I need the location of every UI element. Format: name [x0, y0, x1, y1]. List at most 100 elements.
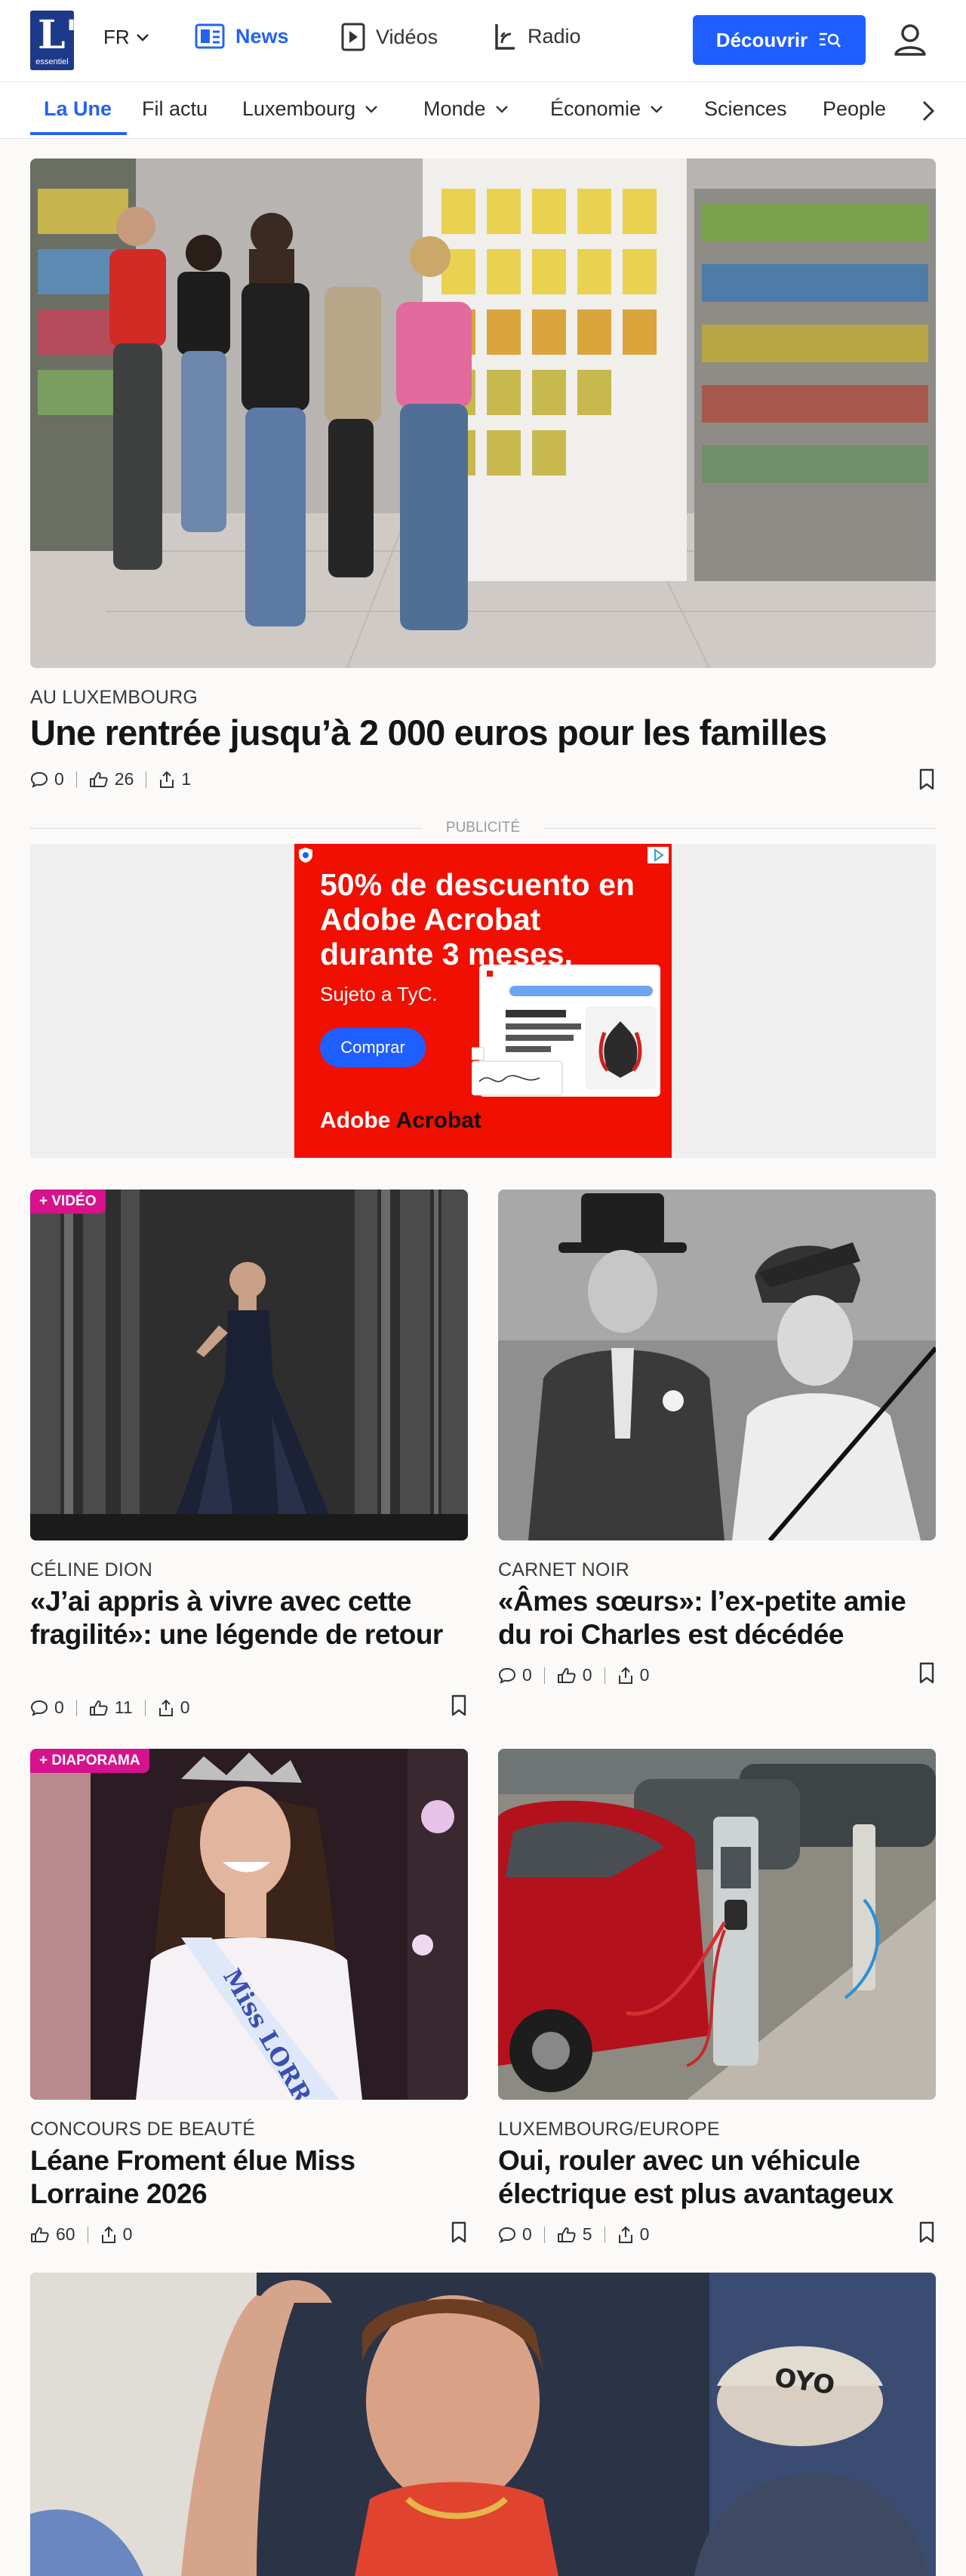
ad-terms: Sujeto a TyC.: [320, 983, 438, 1005]
article-title[interactable]: Léane Froment élue Miss Lorraine 2026: [30, 2144, 453, 2211]
black-white-photo: [498, 1190, 936, 1540]
share-icon: [160, 771, 174, 788]
nav-videos[interactable]: Vidéos: [341, 23, 438, 51]
store-aisle-photo: [30, 158, 936, 668]
article-image[interactable]: Miss LORRAINE 2026 + DIAPORAMA: [30, 1749, 468, 2100]
video-icon: [341, 23, 365, 51]
shield-icon: [299, 848, 312, 863]
likes-count[interactable]: 26: [89, 769, 134, 789]
article-title[interactable]: Oui, rouler avec un véhicule électrique …: [498, 2144, 936, 2211]
adchoices-icon[interactable]: [648, 847, 669, 863]
tennis-photo: OYO: [30, 2273, 936, 2576]
comments-count[interactable]: 0: [30, 1697, 64, 1718]
article-meta: 0 5 0: [498, 2224, 649, 2245]
bookmark-icon[interactable]: [450, 1694, 468, 1717]
hero-kicker: AU LUXEMBOURG: [30, 687, 198, 708]
separator: [543, 1667, 545, 1684]
site-logo[interactable]: L' essentiel: [30, 11, 77, 70]
comments-count[interactable]: 0: [498, 2224, 532, 2245]
document-illustration: [472, 965, 660, 1097]
hero-meta: 0 26 1: [30, 769, 191, 789]
article-image[interactable]: + VIDÉO: [30, 1190, 468, 1540]
article-title[interactable]: «J’ai appris à vivre avec cette fragilit…: [30, 1585, 453, 1652]
bookmark-icon[interactable]: [918, 768, 936, 791]
category-economie[interactable]: Économie: [550, 97, 663, 121]
news-icon: [195, 23, 225, 49]
bookmark-icon[interactable]: [918, 2221, 936, 2244]
chevron-down-icon: [495, 105, 508, 113]
category-fil-actu[interactable]: Fil actu: [142, 97, 208, 121]
thumbs-up-icon: [31, 2227, 49, 2242]
share-icon: [101, 2226, 115, 2243]
thumbs-up-icon: [557, 2227, 576, 2242]
bookmark-icon[interactable]: [918, 1662, 936, 1685]
article-kicker: LUXEMBOURG/EUROPE: [498, 2119, 720, 2140]
nav-radio[interactable]: Radio: [494, 23, 581, 50]
ad-headline: 50% de descuento en Adobe Acrobat durant…: [320, 867, 635, 971]
comment-icon: [30, 771, 48, 788]
chevron-down-icon: [651, 105, 663, 113]
video-badge: + VIDÉO: [30, 1190, 106, 1214]
comments-count[interactable]: 0: [30, 769, 64, 789]
separator: [75, 1699, 77, 1716]
hero-image[interactable]: [30, 158, 936, 668]
thumbs-up-icon: [89, 771, 108, 787]
active-tab-indicator: [30, 132, 127, 135]
article-image[interactable]: [498, 1749, 936, 2100]
shares-count[interactable]: 0: [158, 1697, 189, 1718]
top-header: L' essentiel FR News Vidéos Radio Découv…: [0, 0, 966, 82]
hero-title[interactable]: Une rentrée jusqu’à 2 000 euros pour les…: [30, 712, 921, 753]
likes-count[interactable]: 11: [89, 1697, 133, 1718]
chevron-down-icon: [136, 33, 149, 42]
chevron-right-icon: [922, 100, 935, 122]
share-icon: [158, 1699, 173, 1716]
ev-charging-photo: [498, 1749, 936, 2100]
chevron-down-icon: [365, 105, 377, 113]
category-luxembourg[interactable]: Luxembourg: [242, 97, 378, 121]
decouvrir-button[interactable]: Découvrir: [693, 15, 866, 65]
ad-banner[interactable]: 50% de descuento en Adobe Acrobat durant…: [294, 844, 672, 1158]
comment-icon: [30, 1700, 48, 1716]
likes-count[interactable]: 60: [30, 2224, 75, 2245]
category-scroll-right-button[interactable]: [915, 96, 942, 126]
article-image[interactable]: OYO: [30, 2273, 936, 2576]
category-la-une[interactable]: La Une: [44, 97, 112, 121]
slideshow-badge: + DIAPORAMA: [30, 1749, 149, 1773]
language-selector[interactable]: FR: [103, 26, 149, 49]
separator: [75, 771, 77, 788]
article-image[interactable]: [498, 1190, 936, 1540]
user-icon: [894, 24, 926, 56]
stage-performance-photo: [30, 1190, 468, 1540]
shares-count[interactable]: 0: [617, 2224, 649, 2245]
article-kicker: CONCOURS DE BEAUTÉ: [30, 2119, 256, 2140]
shares-count[interactable]: 0: [100, 2224, 132, 2245]
article-meta: 60 0: [30, 2224, 132, 2245]
shares-count[interactable]: 0: [617, 1665, 649, 1685]
search-list-icon: [820, 32, 841, 48]
article-kicker: CARNET NOIR: [498, 1559, 629, 1580]
article-meta: 0 11 0: [30, 1697, 189, 1718]
separator: [543, 2226, 545, 2243]
article-meta: 0 0 0: [498, 1665, 649, 1685]
comments-count[interactable]: 0: [498, 1665, 532, 1685]
nav-news[interactable]: News: [195, 23, 289, 50]
separator: [144, 1699, 146, 1716]
article-kicker: CÉLINE DION: [30, 1559, 152, 1580]
shares-count[interactable]: 1: [158, 769, 191, 789]
thumbs-up-icon: [89, 1700, 108, 1716]
comment-icon: [498, 1667, 516, 1684]
radio-icon: [495, 24, 515, 50]
bookmark-icon[interactable]: [450, 2221, 468, 2244]
share-icon: [618, 1667, 632, 1684]
category-people[interactable]: People: [823, 97, 886, 121]
comment-icon: [498, 2227, 516, 2243]
likes-count[interactable]: 0: [557, 1665, 592, 1685]
ad-buy-button[interactable]: Comprar: [320, 1028, 426, 1067]
category-monde[interactable]: Monde: [423, 97, 509, 121]
category-sciences[interactable]: Sciences: [704, 97, 787, 121]
article-title[interactable]: «Âmes sœurs»: l’ex-petite amie du roi Ch…: [498, 1585, 936, 1652]
likes-count[interactable]: 5: [557, 2224, 592, 2245]
account-button[interactable]: [891, 20, 930, 60]
thumbs-up-icon: [557, 1667, 576, 1683]
ad-brand: Adobe Acrobat: [320, 1108, 481, 1133]
